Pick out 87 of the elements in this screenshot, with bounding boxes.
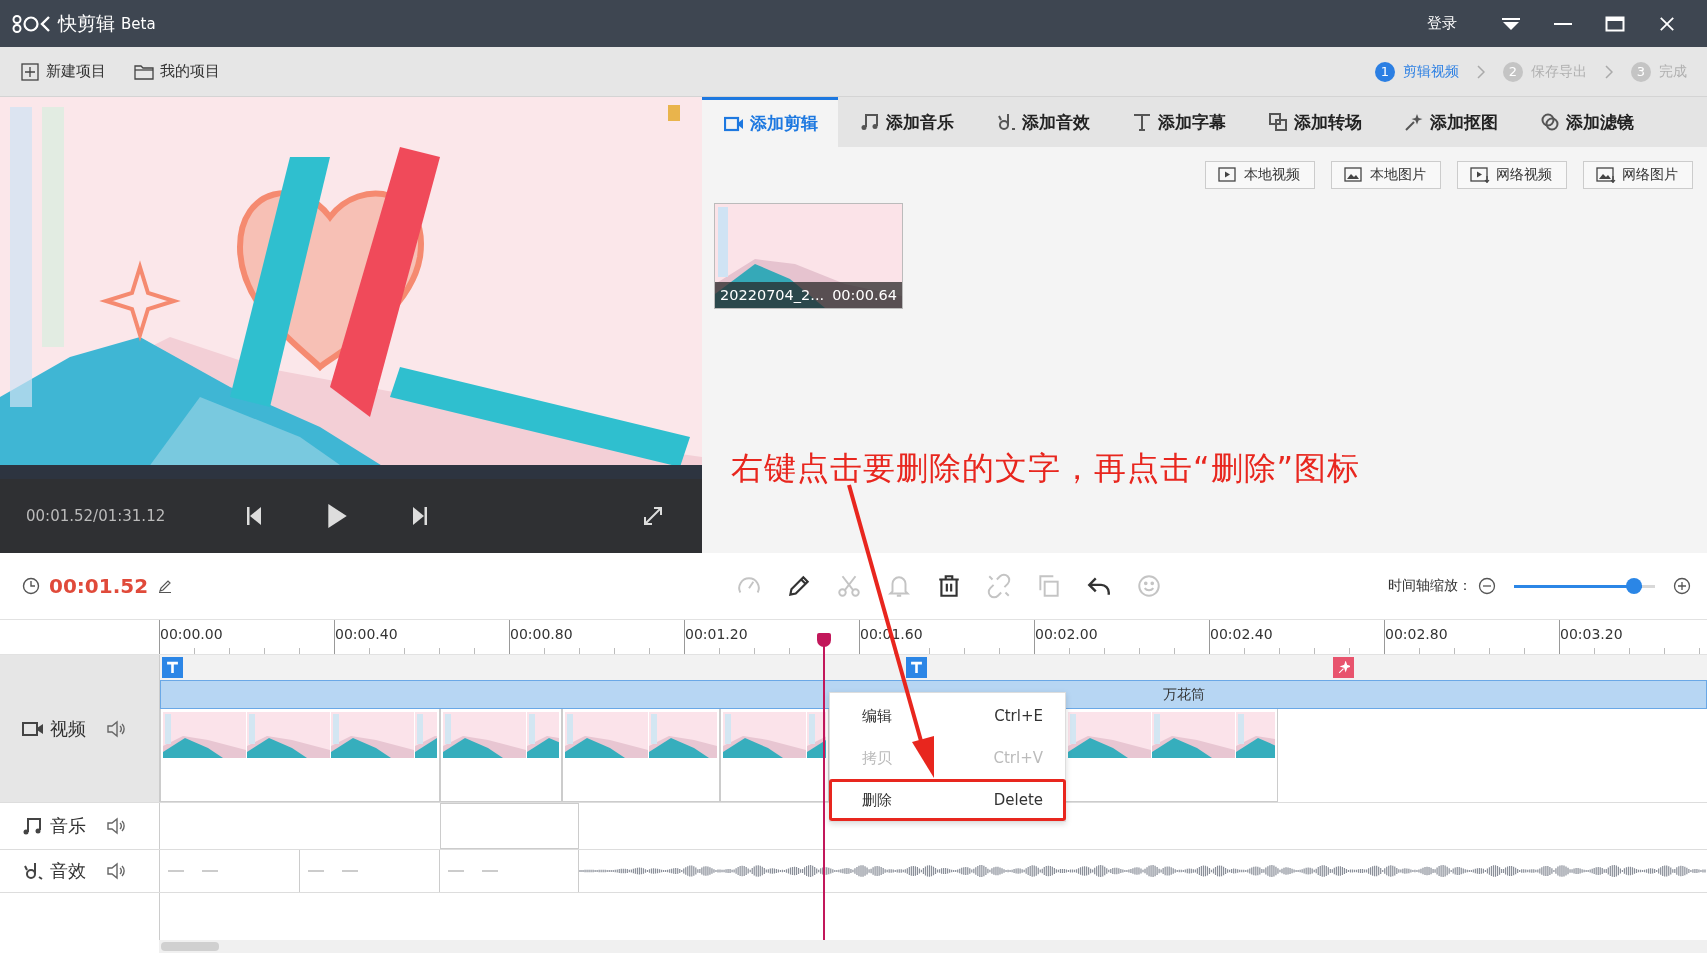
transition-icon xyxy=(1268,112,1288,132)
dashes-drawing xyxy=(168,869,218,873)
video-clip[interactable] xyxy=(562,709,720,802)
video-file-icon xyxy=(1470,167,1490,183)
bell-icon xyxy=(886,573,913,599)
tab[interactable]: 添加音乐 xyxy=(838,97,974,147)
tab[interactable]: 添加抠图 xyxy=(1382,97,1518,147)
speaker-icon[interactable] xyxy=(106,817,126,835)
pencil-icon[interactable] xyxy=(158,579,173,593)
ruler-label: 00:00.80 xyxy=(510,626,573,642)
speaker-icon[interactable] xyxy=(106,719,126,738)
overlay-label: 万花筒 xyxy=(1162,685,1205,704)
music-clip[interactable] xyxy=(440,803,579,849)
tab[interactable]: 添加转场 xyxy=(1246,97,1382,147)
media-thumbnail[interactable]: 20220704_2... 00:00.64 xyxy=(714,203,903,309)
cut-icon xyxy=(836,573,863,599)
step-number: 2 xyxy=(1503,61,1523,82)
ruler-label: 00:02.40 xyxy=(1210,626,1273,642)
dashes-drawing xyxy=(308,869,358,873)
chevron-icon xyxy=(1605,64,1613,79)
step-number: 1 xyxy=(1375,61,1395,82)
text-icon xyxy=(1132,112,1152,132)
chevron-icon xyxy=(1477,64,1485,79)
video-file-icon xyxy=(1218,167,1238,183)
ruler-label: 00:00.00 xyxy=(160,626,223,642)
media-duration: 00:00.64 xyxy=(832,287,897,303)
filter-icon xyxy=(1540,112,1560,132)
toolbar-button[interactable]: 我的项目 xyxy=(132,60,222,83)
fullscreen-icon[interactable] xyxy=(642,505,664,527)
track-label: 音乐 xyxy=(50,814,86,838)
dropdown-icon[interactable] xyxy=(1501,15,1521,32)
effect-marker-icon[interactable] xyxy=(1333,657,1354,678)
zoom-label: 时间轴缩放： xyxy=(1388,577,1472,595)
step-label: 剪辑视频 xyxy=(1403,62,1459,81)
zoom-thumb[interactable] xyxy=(1626,578,1643,594)
close-icon[interactable] xyxy=(1657,15,1677,32)
dashes-drawing xyxy=(448,869,498,873)
beta-label: Beta xyxy=(121,14,156,33)
ruler-label: 00:02.00 xyxy=(1035,626,1098,642)
annotation-text: 右键点击要删除的文字，再点击“删除”图标 xyxy=(731,448,1361,489)
overlay-clip[interactable]: 万花筒 xyxy=(160,680,1707,709)
text-marker-icon[interactable] xyxy=(906,657,927,678)
zoom-out-icon[interactable] xyxy=(1478,577,1496,595)
ruler-label: 00:01.20 xyxy=(685,626,748,642)
ruler-label: 00:02.80 xyxy=(1385,626,1448,642)
scrollbar-thumb[interactable] xyxy=(161,942,219,951)
import-button[interactable]: 本地视频 xyxy=(1205,161,1315,189)
ruler-label: 00:00.40 xyxy=(335,626,398,642)
tab[interactable]: 添加音效 xyxy=(974,97,1110,147)
video-clip[interactable] xyxy=(1065,709,1278,802)
app-title: 快剪辑 xyxy=(58,10,115,36)
import-button[interactable]: 网络视频 xyxy=(1457,161,1567,189)
tab[interactable]: 添加剪辑 xyxy=(702,97,838,147)
import-button[interactable]: 网络图片 xyxy=(1583,161,1693,189)
plus-icon xyxy=(20,62,40,81)
track-label: 视频 xyxy=(50,716,86,741)
track-label: 音效 xyxy=(50,859,86,883)
ruler-label: 00:03.20 xyxy=(1560,626,1623,642)
unlink-icon xyxy=(986,573,1013,599)
speaker-icon[interactable] xyxy=(106,862,126,880)
playback-time: 00:01.52/01:31.12 xyxy=(26,507,167,525)
play-icon[interactable] xyxy=(326,503,348,529)
tab[interactable]: 添加字幕 xyxy=(1110,97,1246,147)
current-time: 00:01.52 xyxy=(49,574,149,598)
maximize-icon[interactable] xyxy=(1605,15,1625,32)
text-marker-icon[interactable] xyxy=(162,657,183,678)
sound-icon xyxy=(996,112,1016,132)
login-link[interactable]: 登录 xyxy=(1427,14,1457,33)
image-file-icon xyxy=(1344,167,1364,183)
step-number: 3 xyxy=(1631,61,1651,82)
note-icon xyxy=(22,861,44,881)
image-file-icon xyxy=(1596,167,1616,183)
toolbar-button[interactable]: 新建项目 xyxy=(18,60,108,83)
clock-icon xyxy=(22,577,40,595)
previous-icon[interactable] xyxy=(246,506,262,526)
tab[interactable]: 添加滤镜 xyxy=(1518,97,1654,147)
media-name: 20220704_2... xyxy=(720,287,825,303)
note-icon xyxy=(22,816,44,836)
cutout-icon xyxy=(1404,112,1424,132)
music-icon xyxy=(860,112,880,132)
next-icon[interactable] xyxy=(412,506,428,526)
zoom-in-icon[interactable] xyxy=(1673,577,1691,595)
sticker-icon xyxy=(1136,573,1163,599)
menu-item[interactable]: 删除 Delete xyxy=(829,779,1066,821)
folder-icon xyxy=(134,62,154,81)
logo-icon xyxy=(12,13,52,34)
import-button[interactable]: 本地图片 xyxy=(1331,161,1441,189)
